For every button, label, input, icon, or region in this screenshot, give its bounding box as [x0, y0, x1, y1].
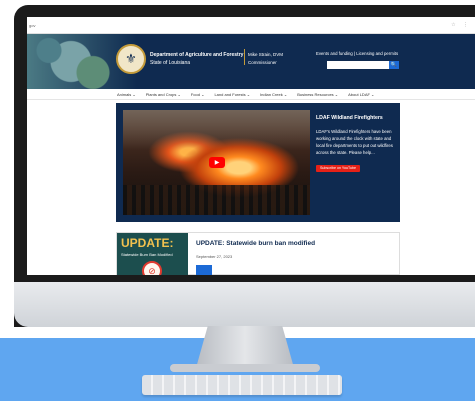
top-links[interactable]: Events and funding | Licensing and permi…: [316, 51, 398, 56]
nav-item-plants-and-crops[interactable]: Plants and Crops ⌄: [146, 92, 181, 97]
news-tag-button[interactable]: [196, 265, 212, 275]
video-smoke: [123, 110, 310, 150]
play-icon: ▶: [214, 160, 220, 166]
thumbnail-heading: UPDATE:: [121, 236, 174, 250]
no-burn-icon: ⊘: [142, 261, 162, 275]
address-bar[interactable]: gov: [29, 23, 35, 28]
monitor-stand-base: [170, 364, 320, 372]
browser-tools-icons[interactable]: ☆ ⋮: [451, 22, 471, 28]
monitor-chin: [14, 282, 475, 327]
nav-item-business-resources[interactable]: Business Resources ⌄: [297, 92, 338, 97]
monitor-stand: [196, 326, 294, 368]
news-thumbnail[interactable]: UPDATE: Statewide Burn Ban Modified ⊘: [117, 233, 188, 275]
commissioner-name: Mike Strain, DVM: [248, 52, 284, 57]
screen: gov ☆ ⋮ ⚜ Department of Agriculture and …: [27, 17, 475, 275]
news-card[interactable]: UPDATE: Statewide Burn Ban Modified ⊘ UP…: [116, 232, 400, 275]
wildfire-video-thumbnail[interactable]: ▶: [123, 110, 310, 215]
featured-video-panel: ▶ LDAF Wildland Firefighters LDAF's Wild…: [116, 103, 400, 222]
commissioner-title: Commissioner: [248, 60, 277, 65]
state-seal-icon[interactable]: ⚜: [116, 44, 146, 74]
youtube-play-icon[interactable]: ▶: [209, 157, 225, 168]
nav-item-food[interactable]: Food ⌄: [191, 92, 205, 97]
state-name: State of Louisiana: [150, 60, 191, 66]
search-button[interactable]: 🔍: [389, 61, 399, 69]
nav-item-indian-creek[interactable]: Indian Creek ⌄: [260, 92, 287, 97]
commissioner-block: Mike Strain, DVM Commissioner: [248, 51, 283, 67]
site-header: ⚜ Department of Agriculture and Forestry…: [27, 34, 475, 89]
nav-item-about-ldaf[interactable]: About LDAF ⌄: [348, 92, 374, 97]
video-treeline: [123, 185, 310, 215]
scene: gov ☆ ⋮ ⚜ Department of Agriculture and …: [0, 0, 475, 401]
department-name[interactable]: Department of Agriculture and Forestry S…: [150, 51, 243, 67]
hero-text-block: LDAF Wildland Firefighters LDAF's Wildla…: [316, 115, 394, 174]
hero-body: LDAF's Wildland Firefighters have been w…: [316, 129, 393, 155]
department-title: Department of Agriculture and Forestry: [150, 52, 244, 58]
search-input[interactable]: [327, 61, 389, 69]
search-icon: 🔍: [390, 62, 398, 68]
thumbnail-subheading: Statewide Burn Ban Modified: [121, 252, 173, 257]
nav-item-animals[interactable]: Animals ⌄: [117, 92, 136, 97]
news-date: September 27, 2023: [196, 254, 233, 259]
keyboard: [142, 375, 342, 395]
header-divider: [244, 49, 245, 65]
hero-title: LDAF Wildland Firefighters: [316, 115, 383, 121]
browser-toolbar: gov ☆ ⋮: [27, 17, 475, 34]
nav-item-land-and-forests[interactable]: Land and Forests ⌄: [214, 92, 250, 97]
main-nav: Animals ⌄ Plants and Crops ⌄ Food ⌄ Land…: [27, 89, 475, 100]
subscribe-youtube-button[interactable]: Subscribe on YouTube: [316, 164, 361, 172]
news-title[interactable]: UPDATE: Statewide burn ban modified: [196, 240, 315, 247]
